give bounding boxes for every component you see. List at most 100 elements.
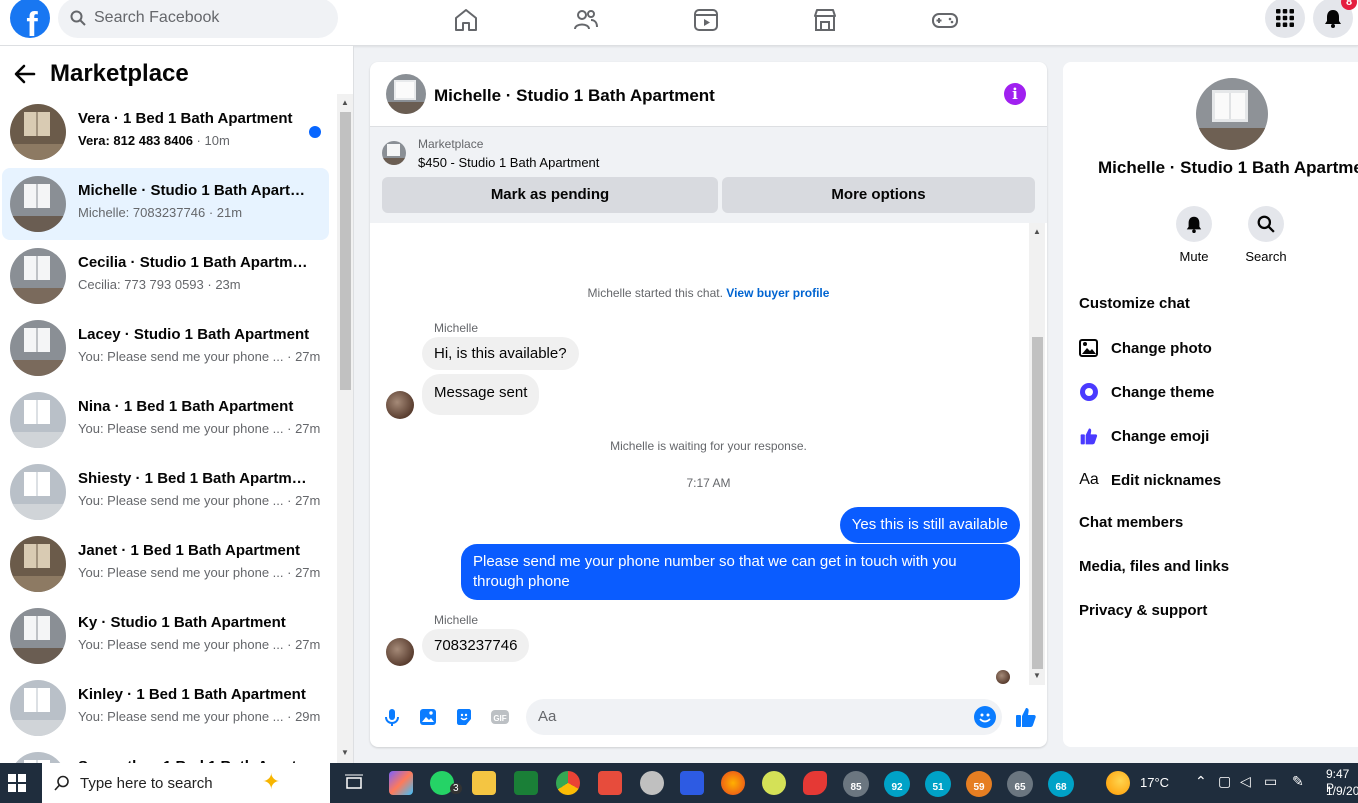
weather-icon[interactable] <box>1106 771 1130 795</box>
chrome-icon[interactable] <box>556 771 580 795</box>
customize-chat-section[interactable]: Customize chat <box>1079 295 1190 312</box>
sender-avatar[interactable] <box>386 638 414 666</box>
chevron-up-icon[interactable]: ⌃ <box>1195 773 1207 790</box>
chat-members-section[interactable]: Chat members <box>1079 514 1183 531</box>
anydesk-icon[interactable] <box>598 771 622 795</box>
notifications-button[interactable]: 8 <box>1313 0 1357 38</box>
paint-icon[interactable] <box>640 771 664 795</box>
conversation-item[interactable]: Shiesty · 1 Bed 1 Bath Apartment You: Ple… <box>2 456 329 528</box>
search-icon <box>1257 215 1275 233</box>
conversation-item[interactable]: Cecilia · Studio 1 Bath Apartment Cecilia… <box>2 240 329 312</box>
thumbs-up-icon[interactable] <box>1014 705 1038 729</box>
taskbar-search-input[interactable]: Type here to search ✦ <box>42 763 330 803</box>
taskbar-app-badge[interactable]: 68 <box>1048 771 1074 797</box>
friends-icon[interactable] <box>572 6 600 34</box>
taskbar-app-badge[interactable]: 92 <box>884 771 910 797</box>
chat-avatar[interactable] <box>386 74 426 114</box>
search-conversation-button[interactable]: Search <box>1236 206 1296 264</box>
conversation-item[interactable]: Ky · Studio 1 Bath Apartment You: Please … <box>2 600 329 672</box>
taskbar-app-badge[interactable]: 59 <box>966 771 992 797</box>
volume-icon[interactable]: ◁ <box>1240 773 1251 790</box>
home-icon[interactable] <box>452 6 480 34</box>
conversation-preview: You: Please send me your phone ... · 27m <box>78 349 320 364</box>
taskbar-app-badge[interactable]: 65 <box>1007 771 1033 797</box>
conversation-item[interactable]: Michelle · Studio 1 Bath Apartm... Michel… <box>2 168 329 240</box>
outgoing-message[interactable]: Please send me your phone number so that… <box>461 544 1020 600</box>
media-files-links-section[interactable]: Media, files and links <box>1079 558 1229 575</box>
conversation-preview: You: Please send me your phone ... · 27m <box>78 421 320 436</box>
change-theme-option[interactable]: Change theme <box>1079 382 1214 402</box>
text-aa-icon: Aa <box>1079 471 1099 488</box>
emoji-icon[interactable] <box>974 706 996 728</box>
microphone-icon[interactable] <box>382 707 402 727</box>
privacy-support-section[interactable]: Privacy & support <box>1079 602 1207 619</box>
meet-now-icon[interactable]: ▢ <box>1218 773 1231 790</box>
outgoing-message[interactable]: Yes this is still available <box>839 507 1020 543</box>
change-photo-option[interactable]: Change photo <box>1079 338 1212 358</box>
photo-icon[interactable] <box>418 707 438 727</box>
change-emoji-option[interactable]: Change emoji <box>1079 426 1209 446</box>
profile-avatar[interactable] <box>1196 78 1268 150</box>
sender-avatar[interactable] <box>386 391 414 419</box>
page-title: Marketplace <box>50 60 189 87</box>
marketplace-icon[interactable] <box>811 6 839 34</box>
listing-thumbnail <box>10 104 66 160</box>
message-composer: GIF Aa <box>370 691 1047 747</box>
conversation-item[interactable]: Nina · 1 Bed 1 Bath Apartment You: Please… <box>2 384 329 456</box>
task-view-icon[interactable] <box>345 774 363 792</box>
menu-grid-button[interactable] <box>1265 0 1305 38</box>
scrollbar-thumb[interactable] <box>340 112 351 390</box>
sheet-app-icon[interactable] <box>514 771 538 795</box>
chat-scrollbar[interactable]: ▲ ▼ <box>1029 223 1045 685</box>
chat-header: Michelle · Studio 1 Bath Apartment i <box>370 62 1047 127</box>
incoming-message[interactable]: Hi, is this available? <box>422 337 579 370</box>
preview-time: · 23m <box>203 277 241 292</box>
scrollbar-thumb[interactable] <box>1032 337 1043 669</box>
expressvpn-icon[interactable] <box>803 771 827 795</box>
network-icon[interactable]: ▭ <box>1264 773 1277 790</box>
brave-b-icon[interactable] <box>680 771 704 795</box>
conversation-item[interactable]: Janet · 1 Bed 1 Bath Apartment You: Pleas… <box>2 528 329 600</box>
listing-title[interactable]: $450 - Studio 1 Bath Apartment <box>418 155 599 170</box>
file-explorer-icon[interactable] <box>472 771 496 795</box>
info-icon[interactable]: i <box>1004 83 1026 105</box>
mark-as-pending-button[interactable]: Mark as pending <box>382 177 718 213</box>
conversation-item[interactable]: Lacey · Studio 1 Bath Apartment You: Plea… <box>2 312 329 384</box>
view-buyer-profile-link[interactable]: View buyer profile <box>726 286 829 300</box>
taskbar-app-badge[interactable]: 85 <box>843 771 869 797</box>
message-input[interactable]: Aa <box>526 699 1002 735</box>
preview-time: · 29m <box>283 709 321 724</box>
conversation-item[interactable]: Samantha · 1 Bed 1 Bath Apart... <box>2 744 329 763</box>
search-label: Search <box>1245 249 1287 264</box>
conversation-item[interactable]: Vera · 1 Bed 1 Bath Apartment Vera: 812 4… <box>2 96 329 168</box>
chat-details-panel: Michelle · Studio 1 Bath Apartment Mute … <box>1063 62 1358 747</box>
mute-button[interactable]: Mute <box>1164 206 1224 264</box>
pen-icon[interactable]: ✎ <box>1292 773 1304 790</box>
facebook-logo[interactable]: f <box>10 0 50 38</box>
preview-text: You: Please send me your phone ... <box>78 565 284 580</box>
incoming-message[interactable]: 7083237746 <box>422 629 530 662</box>
sticker-icon[interactable] <box>454 707 474 727</box>
conversation-title: Cecilia · Studio 1 Bath Apartment <box>78 254 310 271</box>
app-x-icon[interactable] <box>762 771 786 795</box>
edit-nicknames-option[interactable]: Aa Edit nicknames <box>1079 470 1221 490</box>
firefox-icon[interactable] <box>721 771 745 795</box>
back-arrow-icon[interactable] <box>12 61 38 87</box>
more-options-button[interactable]: More options <box>722 177 1035 213</box>
windows-start-icon[interactable] <box>8 774 26 792</box>
left-scrollbar[interactable]: ▲ ▼ <box>337 94 353 763</box>
incoming-message[interactable]: Message sent <box>422 374 540 415</box>
taskbar-app-badge[interactable]: 51 <box>925 771 951 797</box>
thumbs-up-icon <box>1079 426 1099 446</box>
gaming-icon[interactable] <box>931 6 959 34</box>
conversation-item[interactable]: Kinley · 1 Bed 1 Bath Apartment You: Plea… <box>2 672 329 744</box>
gif-icon[interactable]: GIF <box>490 707 510 727</box>
clock-date[interactable]: 1/9/20 <box>1326 784 1358 798</box>
copilot-icon[interactable] <box>389 771 413 795</box>
listing-thumbnail[interactable] <box>382 141 406 165</box>
search-facebook-input[interactable]: Search Facebook <box>58 0 338 38</box>
preview-time: · 27m <box>283 493 321 508</box>
listing-thumbnail <box>10 248 66 304</box>
watch-icon[interactable] <box>692 6 720 34</box>
conversation-list: Vera · 1 Bed 1 Bath Apartment Vera: 812 4… <box>2 96 329 763</box>
